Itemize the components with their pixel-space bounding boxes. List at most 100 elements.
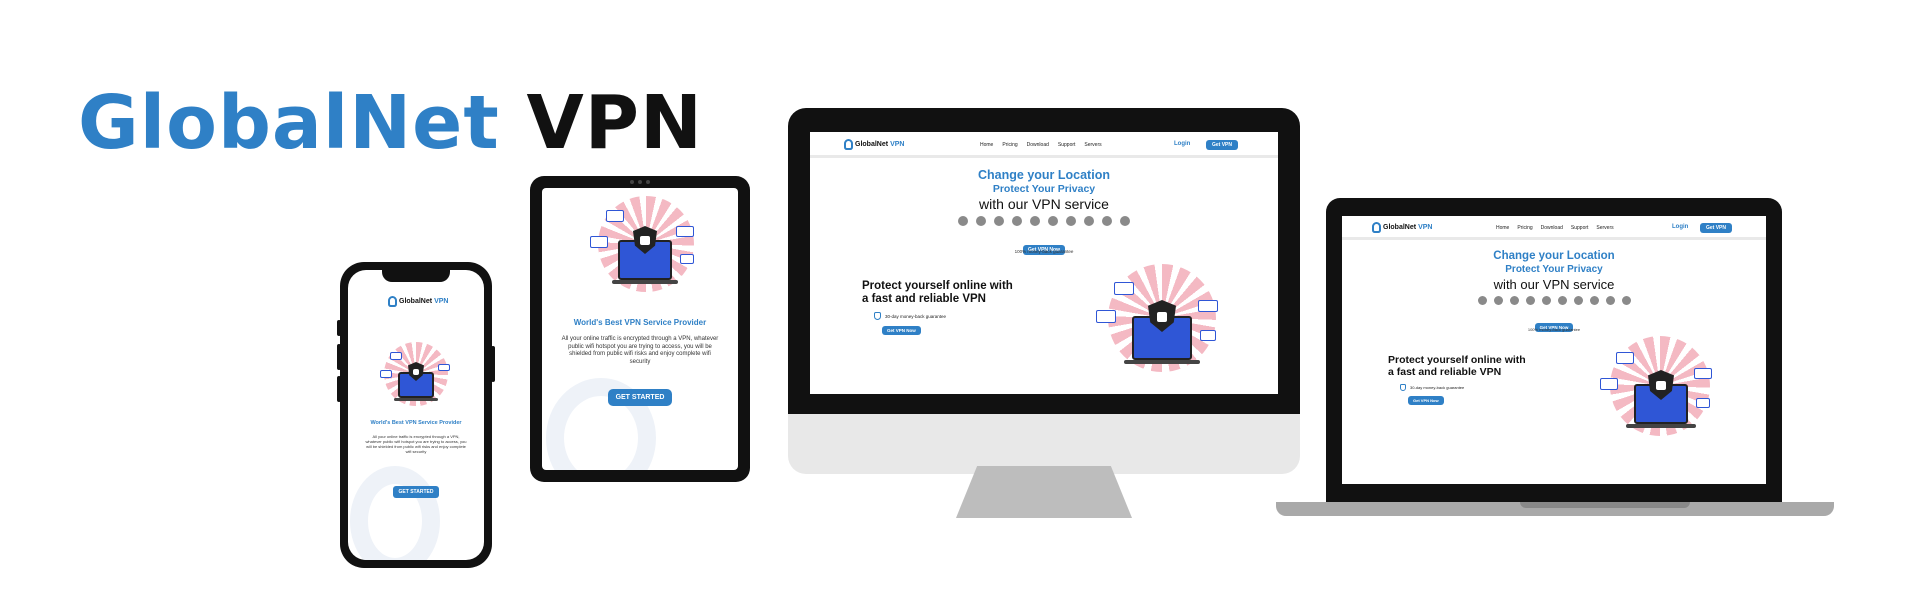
laptop-base [394, 398, 438, 401]
ie-icon [1557, 296, 1567, 305]
laptop-opening-notch [1520, 502, 1690, 508]
user-card-icon [1616, 352, 1634, 364]
vpn-illustration [588, 196, 700, 300]
phone-volume-down [337, 376, 341, 402]
vpn-illustration [1598, 336, 1718, 448]
edge-icon [1509, 296, 1519, 305]
section-get-vpn-now-button[interactable]: Get VPN Now [882, 326, 921, 335]
site-nav-links: Home Pricing Download Support Servers [1496, 225, 1614, 231]
appstore-icon [1030, 216, 1040, 226]
section-title-line1: Protect yourself online with [1388, 354, 1526, 366]
safari-icon [1573, 296, 1583, 305]
laptop-base [1626, 424, 1696, 428]
credit-card-icon [1600, 378, 1618, 390]
nav-support[interactable]: Support [1571, 225, 1589, 231]
tablet-title: World's Best VPN Service Provider [573, 318, 707, 327]
headline-vpn-service: with our VPN service [1493, 277, 1615, 292]
mobile-body: All your online traffic is encrypted thr… [365, 434, 467, 454]
login-link[interactable]: Login [1174, 141, 1190, 147]
tablet-device: World's Best VPN Service Provider All yo… [530, 176, 750, 482]
nav-home[interactable]: Home [1496, 225, 1509, 231]
headline-protect-privacy: Protect Your Privacy [1505, 264, 1603, 275]
nav-servers[interactable]: Servers [1596, 225, 1613, 231]
bullet-guarantee: 30-day money-back guarantee [1400, 384, 1464, 391]
chat-icon [680, 254, 694, 264]
get-started-button[interactable]: GET STARTED [392, 486, 440, 498]
laptop-device: GlobalNet VPN Home Pricing Download Suppo… [1326, 198, 1782, 504]
shield-check-icon [874, 312, 881, 320]
apple-icon [1102, 216, 1112, 226]
laptop-base [1124, 360, 1200, 364]
tablet-body: All your online traffic is encrypted thr… [561, 336, 719, 365]
windows-icon [1477, 296, 1487, 305]
mail-icon [1694, 368, 1712, 379]
mobile-logo[interactable]: GlobalNet VPN [388, 296, 448, 307]
section-title-line2: a fast and reliable VPN [862, 293, 986, 305]
platform-icons-row [810, 216, 1278, 226]
vpn-illustration [1094, 264, 1224, 384]
nav-servers[interactable]: Servers [1084, 142, 1101, 148]
mail-icon [676, 226, 694, 237]
nav-home[interactable]: Home [980, 142, 993, 148]
monitor-chin [788, 414, 1300, 474]
desktop-monitor-device: GlobalNet VPN Home Pricing Download Suppo… [788, 108, 1300, 474]
chrome-icon [1084, 216, 1094, 226]
login-link[interactable]: Login [1672, 224, 1688, 230]
mobile-title: World's Best VPN Service Provider [370, 420, 462, 426]
credit-card-icon [590, 236, 608, 248]
nav-download[interactable]: Download [1027, 142, 1049, 148]
tablet-camera [626, 180, 654, 184]
user-card-icon [1114, 282, 1134, 295]
lock-icon [640, 236, 650, 245]
nav-pricing[interactable]: Pricing [1517, 225, 1532, 231]
logo-lock-icon [388, 296, 397, 307]
get-started-button[interactable]: GET STARTED [607, 389, 673, 406]
logo-brand-text: GlobalNet [1383, 224, 1417, 231]
headline-vpn-service: with our VPN service [979, 196, 1109, 212]
logo-brand-text: GlobalNet [399, 298, 433, 305]
phone-device: GlobalNet VPN World's Best VPN Service Pr… [337, 262, 495, 568]
chat-icon [1200, 330, 1216, 341]
logo-product-text: VPN [890, 141, 905, 148]
vpn-illustration [378, 342, 454, 412]
platform-icons-row [1342, 296, 1766, 305]
section-title-line2: a fast and reliable VPN [1388, 366, 1502, 378]
mail-icon [1198, 300, 1218, 312]
bullet-text: 30-day money-back guarantee [1410, 385, 1465, 390]
nav-download[interactable]: Download [1541, 225, 1563, 231]
section-title-line1: Protect yourself online with [862, 280, 1013, 292]
apple-icon [1605, 296, 1615, 305]
section-get-vpn-now-button[interactable]: Get VPN Now [1408, 396, 1444, 405]
site-header: GlobalNet VPN Home Pricing Download Suppo… [1342, 216, 1766, 240]
headline-protect-privacy: Protect Your Privacy [992, 183, 1096, 195]
nav-pricing[interactable]: Pricing [1002, 142, 1017, 148]
chrome-icon [1589, 296, 1599, 305]
site-logo[interactable]: GlobalNet VPN [844, 139, 904, 150]
ie-icon [1048, 216, 1058, 226]
firefox-icon [976, 216, 986, 226]
phone-notch [382, 270, 450, 282]
get-vpn-button[interactable]: Get VPN [1700, 223, 1733, 233]
lock-icon [413, 369, 419, 375]
hero-brand: GlobalNet [78, 80, 500, 166]
nav-support[interactable]: Support [1058, 142, 1076, 148]
phone-power-button [491, 346, 495, 382]
logo-brand-text: GlobalNet [855, 141, 889, 148]
phone-volume-up [337, 344, 341, 370]
site-logo[interactable]: GlobalNet VPN [1372, 222, 1432, 233]
laptop-base [612, 280, 678, 284]
tablet-screen: World's Best VPN Service Provider All yo… [542, 188, 738, 470]
firefox-icon [1493, 296, 1503, 305]
windows-icon [958, 216, 968, 226]
user-card-icon [390, 352, 402, 360]
android-icon [1120, 216, 1130, 226]
get-vpn-button[interactable]: Get VPN [1206, 140, 1239, 150]
tablet-cta-wrap: GET STARTED [542, 386, 738, 406]
credit-card-icon [380, 370, 392, 378]
safari-icon [1066, 216, 1076, 226]
logo-product-text: VPN [1418, 224, 1433, 231]
logo-lock-icon [1372, 222, 1381, 233]
mail-icon [438, 364, 450, 371]
bullet-guarantee: 30-day money-back guarantee [874, 312, 946, 320]
site-header: GlobalNet VPN Home Pricing Download Suppo… [810, 132, 1278, 158]
